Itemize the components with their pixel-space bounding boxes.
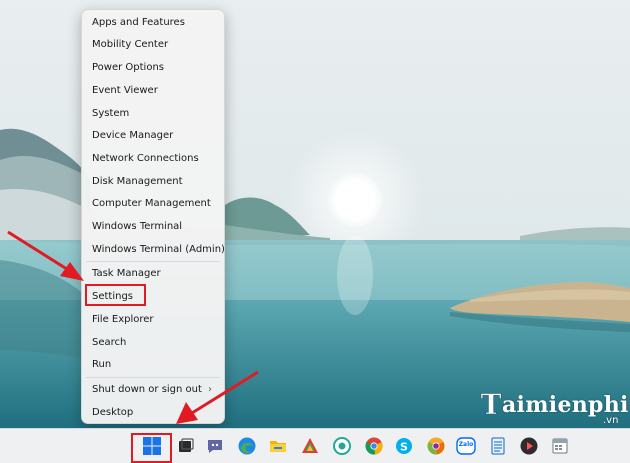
svg-text:T: T: [481, 388, 502, 420]
watermark-suffix: .vn: [603, 415, 619, 426]
watermark: T aimienphi .vn: [478, 386, 628, 428]
arrow-to-settings-head: [60, 262, 84, 281]
arrow-to-start: [191, 370, 259, 415]
arrow-to-settings: [7, 230, 71, 273]
